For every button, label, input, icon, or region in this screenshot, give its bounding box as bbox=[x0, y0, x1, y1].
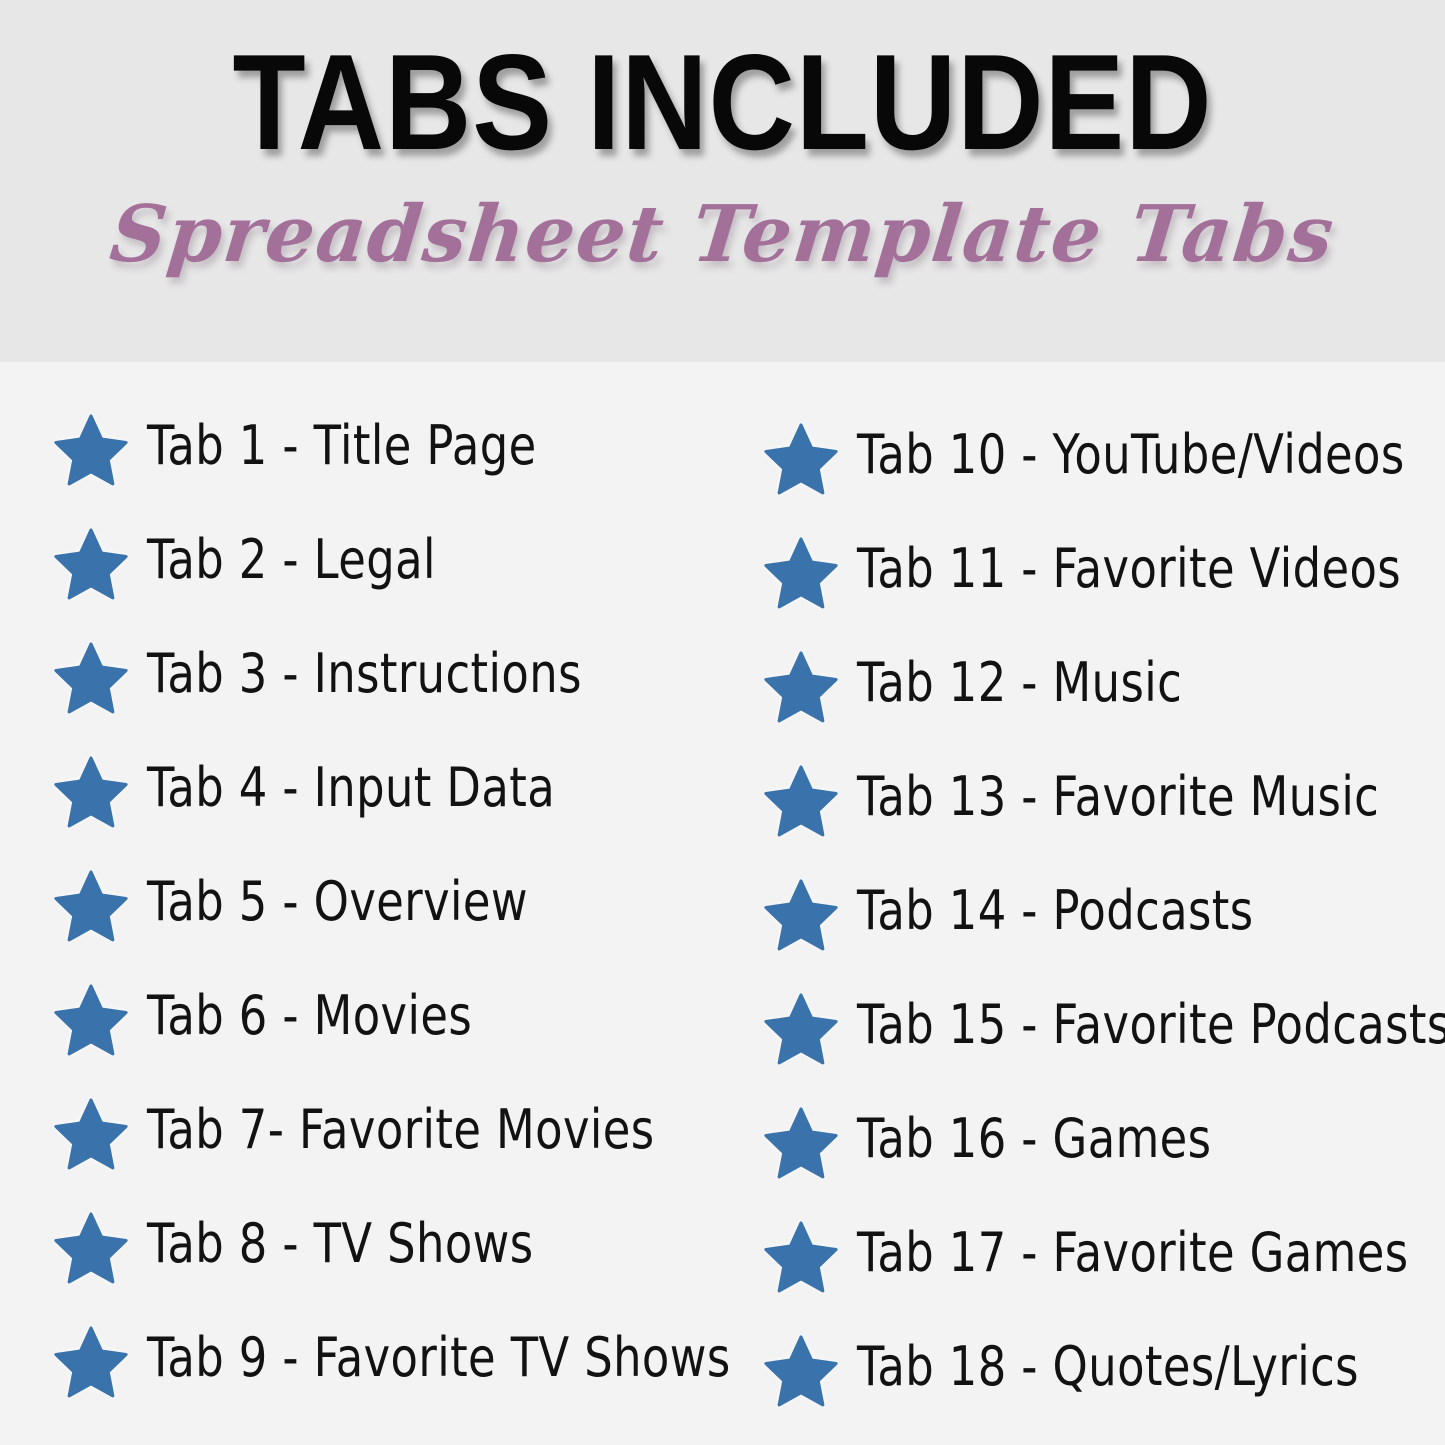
tab-list-item-label: Tab 2 - Legal bbox=[147, 528, 436, 591]
tab-list-item-label: Tab 11 - Favorite Videos bbox=[857, 537, 1402, 600]
star-icon bbox=[52, 1093, 130, 1171]
star-icon bbox=[762, 760, 840, 838]
tab-list-item[interactable]: Tab 17 - Favorite Games bbox=[762, 1212, 1445, 1298]
tab-list-item[interactable]: Tab 2 - Legal bbox=[52, 519, 495, 605]
tab-list-item-label: Tab 1 - Title Page bbox=[147, 414, 537, 477]
tabs-included-poster: TABS INCLUDED Spreadsheet Template Tabs … bbox=[0, 0, 1445, 1445]
tab-list-item[interactable]: Tab 18 - Quotes/Lyrics bbox=[762, 1326, 1445, 1412]
tab-list-item[interactable]: Tab 14 - Podcasts bbox=[762, 870, 1335, 956]
tab-list-item[interactable]: Tab 8 - TV Shows bbox=[52, 1203, 613, 1289]
star-icon bbox=[762, 1102, 840, 1180]
star-icon bbox=[52, 409, 130, 487]
star-icon bbox=[52, 637, 130, 715]
tab-list-item-label: Tab 10 - YouTube/Videos bbox=[857, 423, 1405, 486]
tab-list-item-label: Tab 12 - Music bbox=[857, 651, 1183, 714]
star-icon bbox=[762, 1330, 840, 1408]
tab-list-item-label: Tab 6 - Movies bbox=[147, 984, 473, 1047]
header-content: TABS INCLUDED Spreadsheet Template Tabs bbox=[0, 0, 1445, 362]
tab-list-item-label: Tab 7- Favorite Movies bbox=[147, 1098, 655, 1161]
tab-list-item-label: Tab 13 - Favorite Music bbox=[857, 765, 1380, 828]
tab-list-item[interactable]: Tab 6 - Movies bbox=[52, 975, 539, 1061]
star-icon bbox=[52, 865, 130, 943]
tab-list-item-label: Tab 17 - Favorite Games bbox=[857, 1221, 1409, 1284]
tab-list-item-label: Tab 4 - Input Data bbox=[147, 756, 556, 819]
star-icon bbox=[52, 979, 130, 1057]
header-band: TABS INCLUDED Spreadsheet Template Tabs bbox=[0, 0, 1445, 362]
tab-list-item-label: Tab 14 - Podcasts bbox=[857, 879, 1254, 942]
star-icon bbox=[762, 646, 840, 724]
tab-list-item-label: Tab 8 - TV Shows bbox=[147, 1212, 534, 1275]
tab-list-item[interactable]: Tab 1 - Title Page bbox=[52, 405, 616, 491]
star-icon bbox=[52, 751, 130, 829]
tab-list-item[interactable]: Tab 12 - Music bbox=[762, 642, 1249, 728]
star-icon bbox=[762, 532, 840, 610]
tab-list-item-label: Tab 5 - Overview bbox=[147, 870, 528, 933]
tab-list-item-label: Tab 18 - Quotes/Lyrics bbox=[857, 1335, 1359, 1398]
tab-list-item[interactable]: Tab 3 - Instructions bbox=[52, 633, 671, 719]
star-icon bbox=[762, 418, 840, 496]
tab-list-item[interactable]: Tab 5 - Overview bbox=[52, 861, 606, 947]
tab-list-item[interactable]: Tab 10 - YouTube/Videos bbox=[762, 414, 1445, 500]
tab-list-item-label: Tab 16 - Games bbox=[857, 1107, 1212, 1170]
tab-list-item-label: Tab 15 - Favorite Podcasts bbox=[857, 993, 1445, 1056]
tab-list-item[interactable]: Tab 11 - Favorite Videos bbox=[762, 528, 1445, 614]
star-icon bbox=[52, 523, 130, 601]
star-icon bbox=[762, 988, 840, 1066]
tab-list-item[interactable]: Tab 9 - Favorite TV Shows bbox=[52, 1317, 850, 1403]
page-subtitle: Spreadsheet Template Tabs bbox=[106, 189, 1339, 280]
tab-list-item[interactable]: Tab 4 - Input Data bbox=[52, 747, 639, 833]
star-icon bbox=[52, 1207, 130, 1285]
tab-list-item-label: Tab 9 - Favorite TV Shows bbox=[147, 1326, 731, 1389]
tab-list-item[interactable]: Tab 7- Favorite Movies bbox=[52, 1089, 759, 1175]
tab-list-item[interactable]: Tab 13 - Favorite Music bbox=[762, 756, 1445, 842]
tab-list-item[interactable]: Tab 15 - Favorite Podcasts bbox=[762, 984, 1445, 1070]
tab-list-item[interactable]: Tab 16 - Games bbox=[762, 1098, 1284, 1184]
tabs-list-area: Tab 1 - Title Page Tab 2 - Legal Tab 3 - I… bbox=[0, 362, 1445, 1445]
page-title: TABS INCLUDED bbox=[232, 26, 1213, 178]
tab-list-item-label: Tab 3 - Instructions bbox=[147, 642, 582, 705]
star-icon bbox=[762, 1216, 840, 1294]
star-icon bbox=[762, 874, 840, 952]
star-icon bbox=[52, 1321, 130, 1399]
